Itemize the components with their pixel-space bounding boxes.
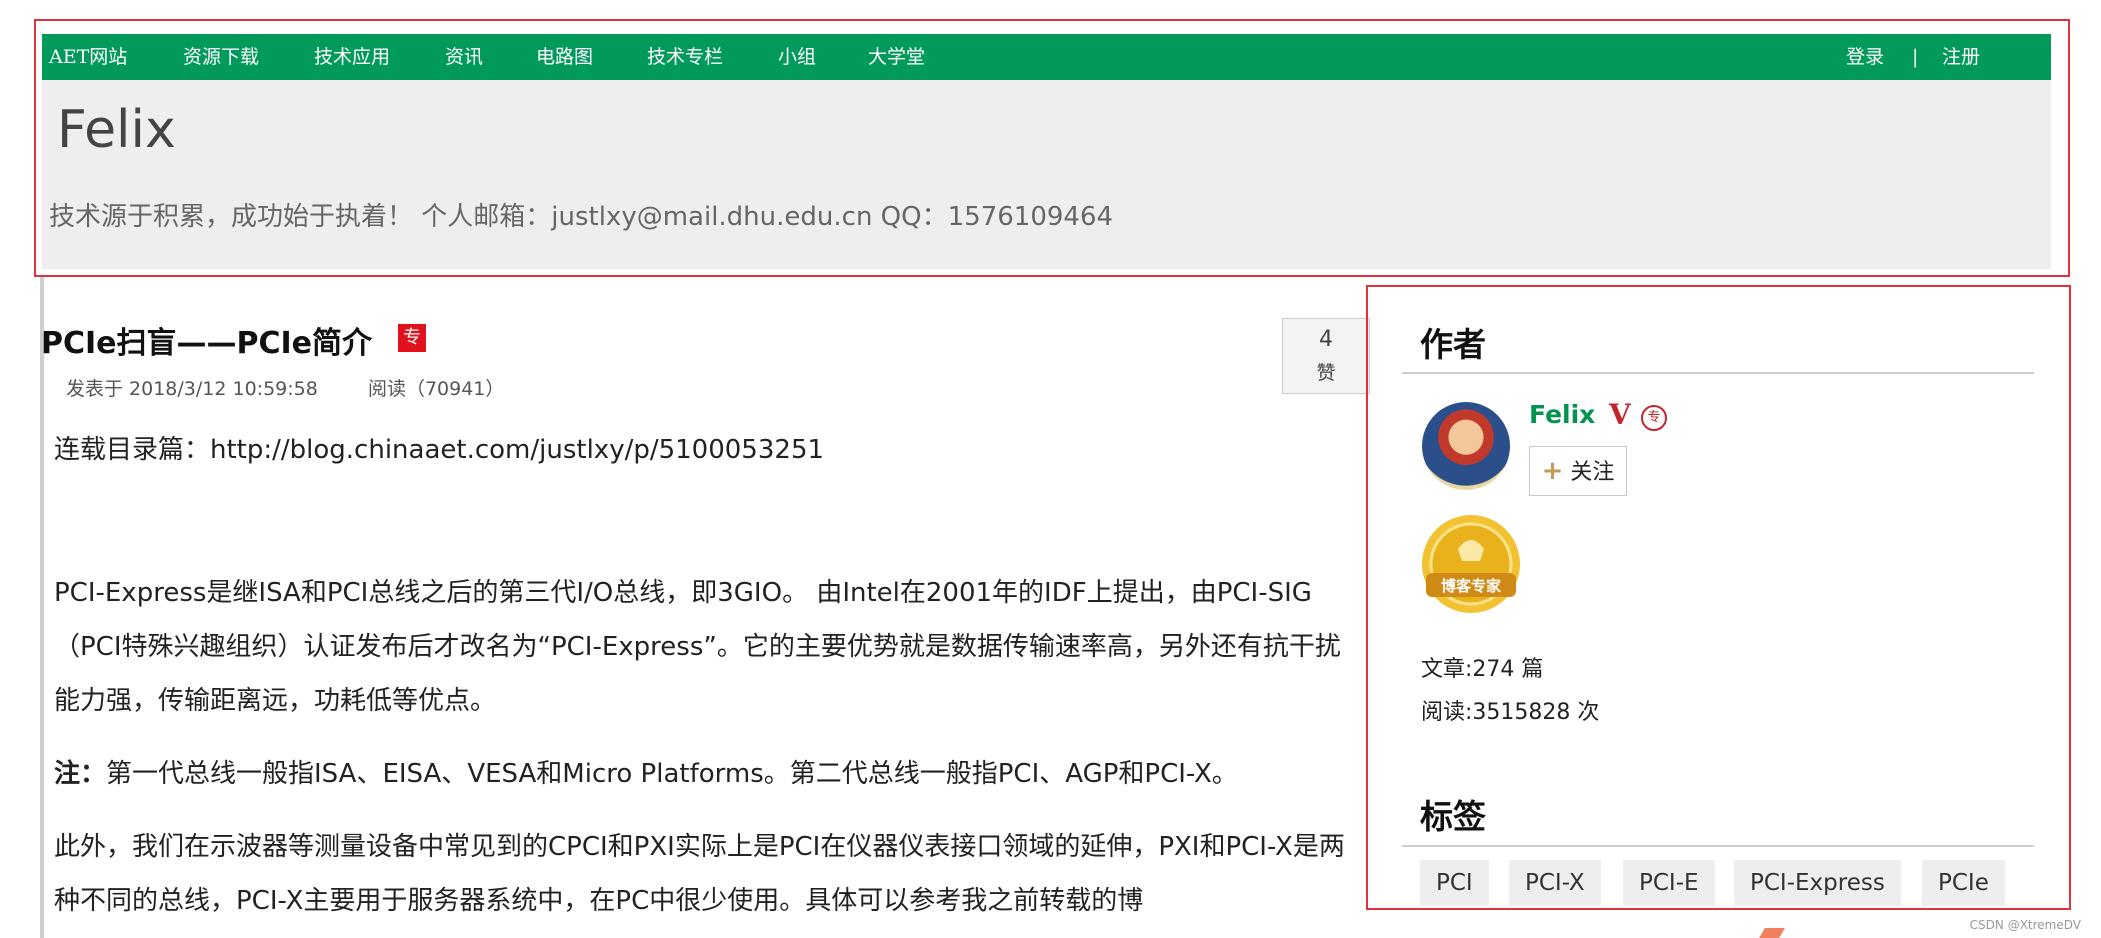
intro-paragraph: PCI-Express是继ISA和PCI总线之后的第三代I/O总线，即3GIO。… bbox=[54, 578, 1341, 716]
medal-label: 博客专家 bbox=[1441, 577, 1501, 595]
like-count: 4 bbox=[1319, 327, 1333, 352]
article-meta: 发表于 2018/3/12 10:59:58 阅读（70941） bbox=[66, 374, 504, 401]
tag-pci-e[interactable]: PCI-E bbox=[1623, 860, 1715, 906]
expert-mini-icon: 专 bbox=[1641, 405, 1667, 431]
like-label: 赞 bbox=[1316, 362, 1336, 384]
tags-heading-rule bbox=[1402, 845, 2034, 847]
author-heading: 作者 bbox=[1420, 325, 1486, 364]
article-count-stat: 文章:274 篇 bbox=[1421, 657, 1544, 682]
tag-pci-x[interactable]: PCI-X bbox=[1509, 860, 1601, 906]
tag-pci-express[interactable]: PCI-Express bbox=[1734, 860, 1901, 906]
follow-label: 关注 bbox=[1570, 460, 1615, 485]
blog-expert-medal-icon: 博客专家 bbox=[1422, 515, 1520, 613]
plus-icon: + bbox=[1541, 456, 1564, 486]
note-label: 注： bbox=[54, 759, 107, 789]
note-paragraph: 注：第一代总线一般指ISA、EISA、VESA和Micro Platforms。… bbox=[54, 747, 1354, 801]
follow-button[interactable]: + 关注 bbox=[1529, 446, 1627, 496]
publish-date: 发表于 2018/3/12 10:59:58 bbox=[66, 378, 318, 400]
article-title[interactable]: PCIe扫盲——PCIe简介 bbox=[41, 318, 372, 362]
like-button[interactable]: 4 赞 bbox=[1282, 318, 1370, 394]
content-left-rule bbox=[40, 277, 44, 938]
note-text: 第一代总线一般指ISA、EISA、VESA和Micro Platforms。第二… bbox=[106, 759, 1238, 789]
read-count: 阅读（70941） bbox=[367, 378, 505, 400]
series-index-paragraph[interactable]: 连载目录篇：http://blog.chinaaet.com/justlxy/p… bbox=[54, 423, 1354, 477]
avatar[interactable] bbox=[1422, 402, 1510, 490]
tag-pcie[interactable]: PCIe bbox=[1922, 860, 2005, 906]
extension-paragraph: 此外，我们在示波器等测量设备中常见到的CPCI和PXI实际上是PCI在仪器仪表接… bbox=[54, 832, 1345, 916]
decorative-corner-mark bbox=[1759, 928, 1785, 938]
header-annotation-box bbox=[34, 19, 2070, 277]
author-heading-rule bbox=[1402, 372, 2034, 374]
author-name[interactable]: Felix bbox=[1529, 400, 1595, 429]
read-count-stat: 阅读:3515828 次 bbox=[1421, 700, 1600, 725]
tags-heading: 标签 bbox=[1420, 797, 1486, 836]
column-badge: 专 bbox=[398, 324, 426, 352]
csdn-watermark: CSDN @XtremeDV bbox=[1969, 918, 2081, 932]
verified-v-icon: V bbox=[1609, 398, 1631, 431]
tag-pci[interactable]: PCI bbox=[1420, 860, 1489, 906]
